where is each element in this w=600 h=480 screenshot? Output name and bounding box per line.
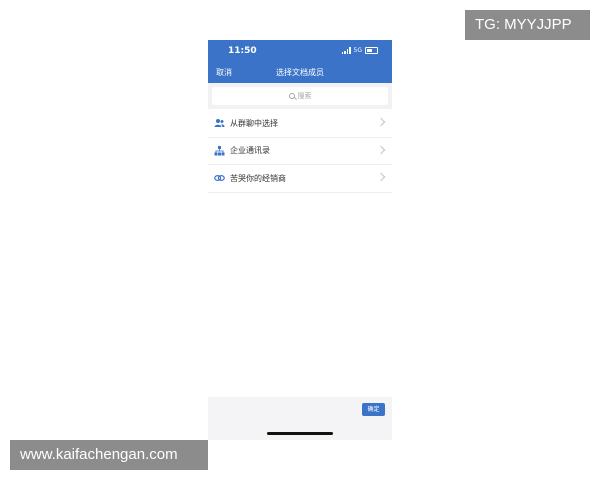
chevron-right-icon (376, 172, 386, 182)
search-area: 搜索 (208, 83, 392, 109)
search-input[interactable]: 搜索 (212, 87, 388, 105)
org-chart-icon (214, 145, 225, 156)
search-icon (288, 93, 295, 99)
watermark-top: TG: MYYJJPP (465, 10, 590, 40)
confirm-button[interactable]: 确定 (362, 403, 385, 416)
battery-icon (365, 47, 378, 54)
list-item-dealers[interactable]: 苦哭你的经销商 (208, 165, 392, 193)
chevron-right-icon (376, 145, 386, 154)
watermark-bottom: www.kaifachengan.com (10, 440, 208, 470)
chevron-right-icon (376, 117, 386, 127)
link-icon (214, 173, 225, 184)
home-indicator (267, 432, 333, 435)
list-item-label: 企业通讯录 (230, 146, 270, 156)
list-item-group-chat[interactable]: 从群聊中选择 (208, 110, 392, 138)
search-placeholder: 搜索 (297, 92, 312, 100)
list-item-org-contacts[interactable]: 企业通讯录 (208, 138, 392, 165)
phone-screen: 11:50 5G 取消 选择文档成员 搜索 从群聊中选择 企业通讯录 苦哭你的经… (208, 40, 392, 440)
network-label: 5G (353, 47, 362, 54)
list-item-label: 从群聊中选择 (230, 118, 278, 128)
nav-bar: 取消 选择文档成员 (208, 62, 392, 83)
status-indicators: 5G (341, 47, 378, 54)
page-title: 选择文档成员 (276, 68, 324, 77)
bottom-bar: 确定 (208, 397, 392, 440)
list-item-label: 苦哭你的经销商 (230, 173, 286, 183)
status-bar: 11:50 5G (208, 40, 392, 62)
status-time: 11:50 (228, 46, 257, 56)
group-icon (214, 118, 225, 129)
member-source-list: 从群聊中选择 企业通讯录 苦哭你的经销商 (208, 110, 392, 193)
signal-icon (341, 47, 351, 54)
